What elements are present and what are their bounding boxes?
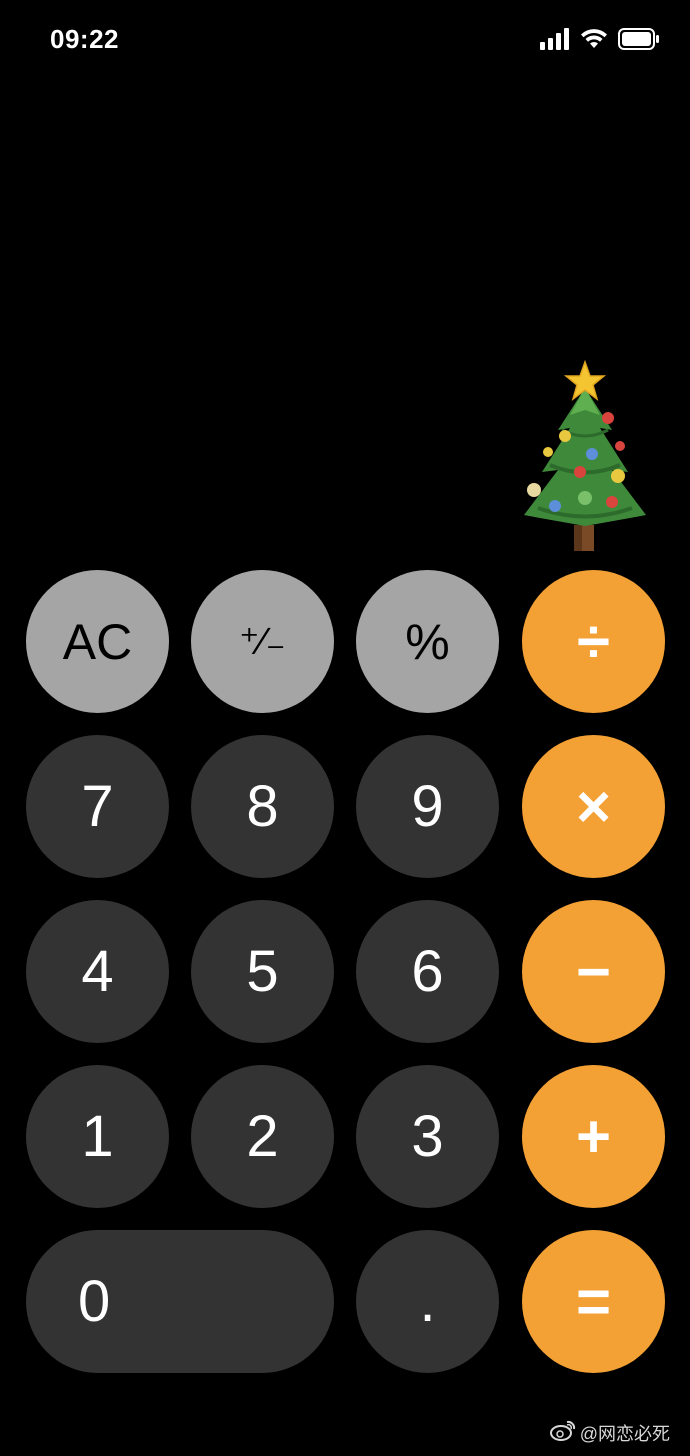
digit-9-button[interactable]: 9 [356, 735, 499, 878]
wifi-icon [580, 28, 608, 55]
decimal-button[interactable]: . [356, 1230, 499, 1373]
digit-3-button[interactable]: 3 [356, 1065, 499, 1208]
equals-button[interactable]: = [522, 1230, 665, 1373]
digit-5-button[interactable]: 5 [191, 900, 334, 1043]
all-clear-label: AC [62, 613, 133, 670]
digit-2-button[interactable]: 2 [191, 1065, 334, 1208]
status-bar: 09:22 [0, 0, 690, 84]
digit-1-label: 1 [81, 1103, 114, 1169]
calculator-display [20, 355, 660, 555]
digit-3-label: 3 [411, 1103, 444, 1169]
christmas-tree-emoji [510, 359, 660, 555]
digit-2-label: 2 [246, 1103, 279, 1169]
plus-minus-button[interactable]: ⁺∕₋ [191, 570, 334, 713]
plus-label: + [575, 1102, 612, 1170]
minus-label: − [575, 937, 612, 1005]
digit-4-button[interactable]: 4 [26, 900, 169, 1043]
signal-bars-icon [540, 28, 570, 55]
weibo-icon [549, 1419, 576, 1446]
watermark: @网恋必死 [549, 1419, 670, 1446]
digit-6-button[interactable]: 6 [356, 900, 499, 1043]
plus-button[interactable]: + [522, 1065, 665, 1208]
digit-1-button[interactable]: 1 [26, 1065, 169, 1208]
decimal-label: . [419, 1268, 436, 1334]
plus-minus-label: ⁺∕₋ [239, 620, 286, 663]
status-time: 09:22 [50, 24, 119, 54]
status-icons [540, 28, 660, 55]
digit-7-button[interactable]: 7 [26, 735, 169, 878]
digit-5-label: 5 [246, 938, 279, 1004]
all-clear-button[interactable]: AC [26, 570, 169, 713]
digit-7-label: 7 [81, 773, 114, 839]
digit-0-label: 0 [78, 1268, 111, 1334]
battery-icon [618, 28, 660, 55]
percent-label: % [405, 613, 450, 670]
multiply-button[interactable]: × [522, 735, 665, 878]
digit-9-label: 9 [411, 773, 444, 839]
divide-label: ÷ [577, 607, 610, 675]
divide-button[interactable]: ÷ [522, 570, 665, 713]
digit-0-button[interactable]: 0 [26, 1230, 334, 1373]
percent-button[interactable]: % [356, 570, 499, 713]
minus-button[interactable]: − [522, 900, 665, 1043]
multiply-label: × [575, 772, 612, 840]
digit-8-label: 8 [246, 773, 279, 839]
digit-6-label: 6 [411, 938, 444, 1004]
watermark-text: @网恋必死 [579, 1423, 670, 1444]
digit-8-button[interactable]: 8 [191, 735, 334, 878]
equals-label: = [575, 1267, 612, 1335]
digit-4-label: 4 [81, 938, 114, 1004]
